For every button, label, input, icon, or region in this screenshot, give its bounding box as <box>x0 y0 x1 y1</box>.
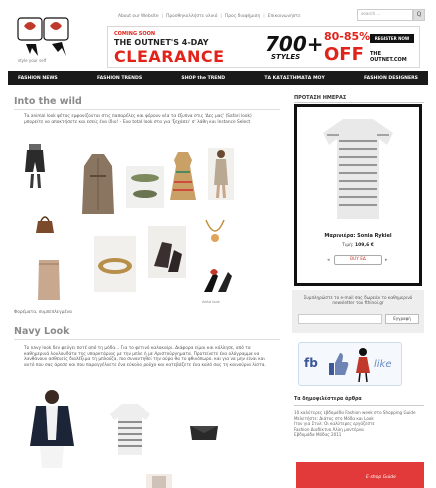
fashion-figure-icon <box>356 348 370 383</box>
top-link-contact[interactable]: Επικοινωνήστε <box>268 14 301 19</box>
search-icon: Q <box>416 11 422 18</box>
prev-arrow-icon[interactable]: ◂ <box>327 257 330 263</box>
nav-fashion-news[interactable]: FASHION NEWS <box>18 76 58 81</box>
section-title-into-the-wild[interactable]: Into the wild <box>14 96 82 107</box>
top-link-submit[interactable]: Προσθηκολλήστε υλικό <box>166 14 217 19</box>
bracelet-image[interactable] <box>94 236 136 292</box>
banner-coming-soon: COMING SOON <box>114 31 156 37</box>
eshop-guide-banner[interactable]: E-shop Guide <box>296 462 424 488</box>
black-shorts-image[interactable] <box>24 144 46 190</box>
popular-article-link[interactable]: 10 καλύτερες εβδομάδα Fashion week στο S… <box>294 410 424 416</box>
newsletter-box: Συμπληρώστε το e-mail σας δωρεάν το καθη… <box>292 290 424 333</box>
shoes-logo-image[interactable] <box>200 266 236 298</box>
printed-dress-image[interactable] <box>170 152 196 202</box>
divider <box>294 102 424 103</box>
nav-fashion-trends[interactable]: FASHION TRENDS <box>97 76 142 81</box>
banner-percent: 80-85% <box>324 30 371 43</box>
next-arrow-icon[interactable]: ▸ <box>385 257 388 263</box>
main-nav: FASHION NEWS FASHION TRENDS SHOP the TRE… <box>8 71 428 85</box>
look-caption: Απλά look <box>202 300 220 304</box>
section-text-navy-look: Το navy look δεν φεύγει ποτέ από τη μόδα… <box>24 346 266 368</box>
banner-off: OFF <box>324 44 364 65</box>
nav-fashion-designers[interactable]: FASHION DESIGNERS <box>364 76 418 81</box>
thumbs-up-icon <box>329 353 349 375</box>
striped-sweater-image[interactable] <box>319 117 397 221</box>
top-links: About our Website | Προσθηκολλήστε υλικό |… <box>118 10 301 22</box>
banner-line2: CLEARANCE <box>114 47 225 66</box>
eshop-label: E-shop Guide <box>366 475 396 480</box>
top-link-about[interactable]: About our Website <box>118 14 159 19</box>
price-label: Τιμή: <box>342 243 354 248</box>
divider <box>14 339 280 340</box>
buy-button[interactable]: BUY ΕΔ <box>334 255 382 265</box>
navy-blazer-model-image[interactable] <box>26 388 78 468</box>
divider <box>294 405 424 406</box>
separator: | <box>161 13 164 19</box>
banner-line1: THE OUTNET'S 4-DAY <box>114 38 209 47</box>
section-text-into-the-wild: Τα animal look φέτος εμφανίζονται στις π… <box>24 114 252 125</box>
outnet-clearance-banner[interactable]: COMING SOON THE OUTNET'S 4-DAY CLEARANCE… <box>107 26 420 68</box>
banner-styles: STYLES <box>271 53 301 61</box>
separator: | <box>220 13 222 19</box>
divider <box>14 109 280 110</box>
newsletter-email-input[interactable] <box>298 314 382 324</box>
pencil-skirt-image[interactable] <box>36 258 62 302</box>
product-of-day-title: ΠΡΟΤΑΣΗ ΗΜΕΡΑΣ <box>294 95 347 101</box>
search-button[interactable]: Q <box>413 9 425 21</box>
site-logo[interactable] <box>14 14 76 60</box>
nav-my-stores[interactable]: ΤΑ ΚΑΤΑΣΤΗΜΑΤΑ ΜΟΥ <box>264 76 324 81</box>
section-title-navy-look[interactable]: Navy Look <box>14 326 69 337</box>
model-dress-image[interactable] <box>208 148 234 200</box>
subscribe-button[interactable]: Εγγραφή <box>385 314 419 324</box>
brown-bag-image[interactable] <box>34 215 56 233</box>
banner-cta-button[interactable]: REGISTER NOW <box>370 34 414 43</box>
logo-tagline: style your self <box>18 58 47 63</box>
product-of-day-box[interactable]: Μαρινιέρα: Sonia Rykiel Τιμή: 109,6 € ◂ … <box>294 104 422 286</box>
necklace-image[interactable] <box>202 216 228 248</box>
section1-tags[interactable]: Φορέματα, συμπεπλεγμένα <box>14 310 72 315</box>
partial-item-image[interactable] <box>146 474 172 488</box>
search-input[interactable]: search ... <box>357 9 413 21</box>
like-label: like <box>374 359 392 370</box>
popular-articles-title: Τα δημοφιλέστερα άρθρα <box>294 397 362 402</box>
product-name[interactable]: Μαρινιέρα: Sonia Rykiel <box>297 233 419 239</box>
nav-shop-the-trend[interactable]: SHOP the TREND <box>181 76 225 81</box>
striped-top-image[interactable] <box>108 402 152 458</box>
price-value: 109,6 € <box>355 243 374 248</box>
facebook-label: fb <box>304 356 318 370</box>
separator: | <box>263 13 265 19</box>
top-link-advertise[interactable]: Προς διαφήμιση <box>225 14 260 19</box>
newsletter-text: Συμπληρώστε το e-mail σας δωρεάν το καθη… <box>303 295 413 306</box>
strappy-heels-image[interactable] <box>148 226 186 278</box>
popular-article-link[interactable]: Εβδομάδα Μόδας 2011 <box>294 432 424 438</box>
navy-clutch-image[interactable] <box>188 422 220 442</box>
popular-articles-list: 10 καλύτερες εβδομάδα Fashion week στο S… <box>294 410 424 438</box>
banner-site: THE OUTNET.COM <box>370 51 407 63</box>
sandals-image[interactable] <box>126 166 164 208</box>
facebook-like-box[interactable]: fb like <box>298 342 402 386</box>
product-price: Τιμή: 109,6 € <box>297 243 419 248</box>
trench-coat-image[interactable] <box>80 152 116 220</box>
